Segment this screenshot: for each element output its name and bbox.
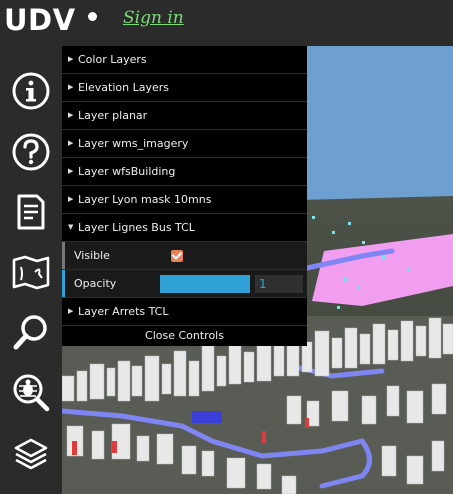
- row-stripe: [62, 270, 65, 297]
- folder-color-layers[interactable]: ▶ Color Layers: [62, 46, 307, 74]
- folder-elevation-layers[interactable]: ▶ Elevation Layers: [62, 74, 307, 102]
- search-button[interactable]: [9, 310, 53, 354]
- bug-search-icon: [13, 374, 50, 412]
- opacity-slider[interactable]: [160, 275, 250, 293]
- document-button[interactable]: [9, 190, 53, 234]
- folder-title: Layer Lignes Bus TCL: [78, 221, 195, 234]
- visible-row: Visible: [62, 242, 307, 270]
- visible-checkbox[interactable]: [171, 250, 183, 262]
- caret-right-icon: ▶: [68, 307, 74, 315]
- layers-icon: [14, 438, 48, 470]
- caret-right-icon: ▶: [68, 55, 74, 63]
- folder-layer-planar[interactable]: ▶ Layer planar: [62, 102, 307, 130]
- bug-search-button[interactable]: [9, 370, 53, 414]
- close-controls-button[interactable]: Close Controls: [62, 326, 307, 346]
- caret-right-icon: ▶: [68, 195, 74, 203]
- search-icon: [13, 315, 47, 350]
- folder-layer-lyon-mask[interactable]: ▶ Layer Lyon mask 10mns: [62, 186, 307, 214]
- app-header: UDV Sign in: [0, 0, 453, 46]
- folder-title: Color Layers: [78, 53, 147, 66]
- info-button[interactable]: [9, 69, 53, 113]
- folder-title: Layer Arrets TCL: [78, 305, 169, 318]
- layers-button[interactable]: [9, 432, 53, 476]
- document-icon: [17, 194, 45, 230]
- opacity-row: Opacity: [62, 270, 307, 298]
- folder-layer-wms-imagery[interactable]: ▶ Layer wms_imagery: [62, 130, 307, 158]
- opacity-slider-fill: [160, 275, 250, 293]
- opacity-label: Opacity: [74, 277, 117, 290]
- caret-right-icon: ▶: [68, 83, 74, 91]
- folder-layer-arrets[interactable]: ▶ Layer Arrets TCL: [62, 298, 307, 326]
- help-icon: [12, 133, 50, 171]
- folder-layer-wfsbuilding[interactable]: ▶ Layer wfsBuilding: [62, 158, 307, 186]
- layer-controls-panel: ▶ Color Layers ▶ Elevation Layers ▶ Laye…: [62, 46, 307, 346]
- folder-title: Layer wfsBuilding: [78, 165, 176, 178]
- info-icon: [12, 72, 50, 110]
- folder-title: Layer Lyon mask 10mns: [78, 193, 212, 206]
- sign-in-link[interactable]: Sign in: [123, 8, 184, 28]
- row-stripe: [62, 242, 65, 269]
- sidebar: [0, 46, 62, 494]
- folder-layer-lignes-bus[interactable]: ▼ Layer Lignes Bus TCL: [62, 214, 307, 242]
- visible-label: Visible: [74, 249, 110, 262]
- map-button[interactable]: [9, 250, 53, 294]
- map-icon: [12, 255, 50, 290]
- caret-right-icon: ▶: [68, 111, 74, 119]
- folder-title: Layer planar: [78, 109, 148, 122]
- caret-right-icon: ▶: [68, 167, 74, 175]
- folder-title: Elevation Layers: [78, 81, 169, 94]
- status-dot: [88, 12, 97, 21]
- opacity-input[interactable]: [255, 275, 303, 293]
- caret-down-icon: ▼: [68, 223, 74, 231]
- help-button[interactable]: [9, 130, 53, 174]
- app-logo: UDV: [4, 3, 76, 37]
- caret-right-icon: ▶: [68, 139, 74, 147]
- folder-title: Layer wms_imagery: [78, 137, 189, 150]
